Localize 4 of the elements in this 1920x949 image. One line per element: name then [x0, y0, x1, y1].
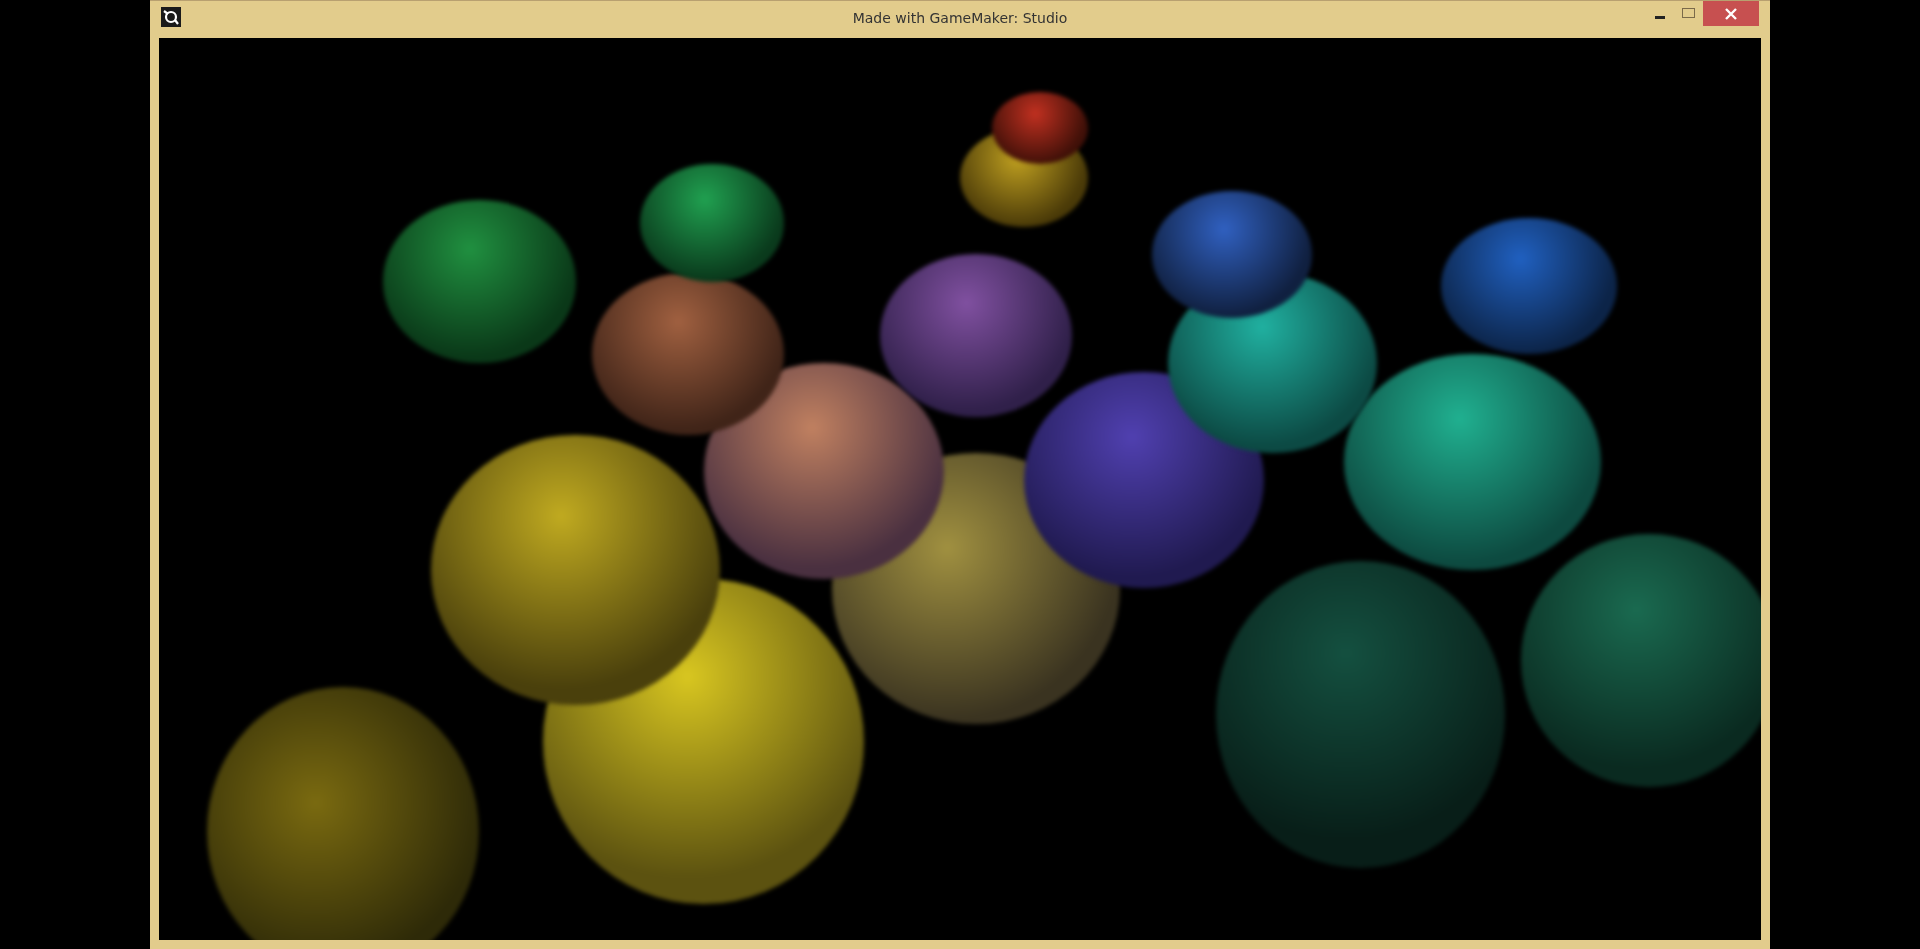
window-title: Made with GameMaker: Studio	[851, 10, 1069, 26]
close-icon	[1725, 7, 1737, 20]
app-icon	[161, 6, 181, 27]
close-button[interactable]	[1703, 1, 1759, 26]
